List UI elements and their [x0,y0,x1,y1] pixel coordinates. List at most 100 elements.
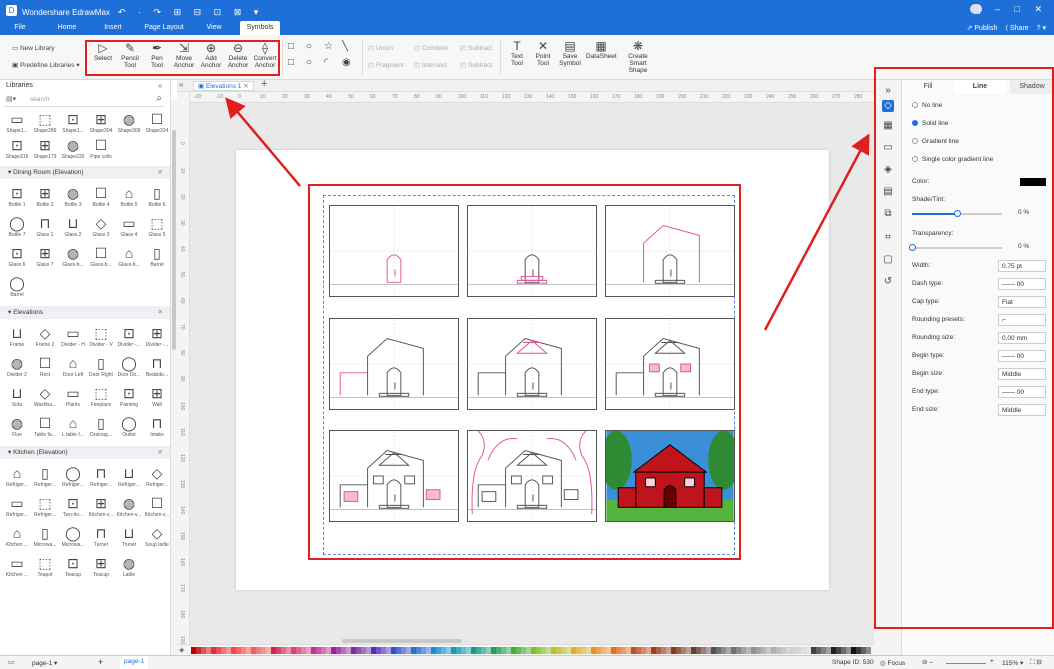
collapse-left-icon[interactable]: « [179,80,183,89]
text-tool-button[interactable]: T Text Tool [506,39,528,67]
library-shape[interactable]: ⬚ Refriger... [31,494,59,518]
library-shape[interactable]: ◇ Frame 2 [31,324,59,348]
union-button[interactable]: ◰ Union [368,44,393,52]
library-shape[interactable]: ⬚ Divider - V [87,324,115,348]
library-shape[interactable]: ⬚ Fireplace [87,384,115,408]
library-shape[interactable]: ◍ Shape220 [59,136,87,160]
library-shape[interactable]: ⌂ Door Left [59,354,87,378]
zoom-in-button[interactable]: + [990,658,994,665]
save-symbol-button[interactable]: ▤ Save Symbol [558,39,582,67]
library-shape[interactable]: ⌂ Bottle 5 [115,184,143,208]
library-shape[interactable]: ⊡ Teacup [59,554,87,578]
library-shape[interactable]: ▯ Door Right [87,354,115,378]
tab-close-icon[interactable]: ✕ [243,83,248,90]
library-shape[interactable]: ◍ Bottle 3 [59,184,87,208]
library-shape[interactable]: ◍ Glass-b... [59,244,87,268]
library-shape[interactable]: ⊞ Shape173 [31,136,59,160]
library-shape[interactable]: ⊡ Two-do... [59,494,87,518]
library-shape[interactable]: ☐ Kitchen-v... [143,494,170,518]
library-shape[interactable]: ◍ Ladle [115,554,143,578]
combine-button[interactable]: ◰ Combine [414,44,448,52]
library-shape[interactable]: ⊡ Shape1... [59,110,87,134]
library-shape[interactable]: ☐ Shape324 [143,110,170,134]
library-shape[interactable]: ⊞ Teacup [87,554,115,578]
library-shape[interactable]: ⊞ Divider -... [143,324,170,348]
window-controls[interactable]: | – □ ✕ [978,4,1048,15]
library-shape[interactable]: ⊡ Shape316 [3,136,31,160]
library-shape[interactable]: ▭ Shape1... [3,110,31,134]
library-shape[interactable]: ⬚ Shape286 [31,110,59,134]
library-shape[interactable]: ⊞ Kitchen-v... [87,494,115,518]
zoom-slider[interactable] [946,663,986,664]
library-shape[interactable]: ▭ Plants [59,384,87,408]
library-shape[interactable]: ◇ Washba... [31,384,59,408]
library-search[interactable]: ▤▾ search ⌕ [4,93,164,107]
shape-tool-1-icon[interactable]: ○ [306,41,312,52]
close-section-icon[interactable]: ✕ [158,446,163,459]
point-tool-button[interactable]: ✕ Point Tool [532,39,554,67]
menu-tab-insert[interactable]: Insert [98,21,128,35]
shape-tool-3-icon[interactable]: ╲ [342,41,348,52]
library-shape[interactable]: ☐ Rect [31,354,59,378]
quick-access-toolbar[interactable]: ↶ · ↷ ⊞ ⊟ ⊡ ⊠ ▾ [118,7,263,18]
library-shape[interactable]: ☐ Pipe coils [87,136,115,160]
library-shape[interactable]: ▯ Drainag... [87,414,115,438]
shape-tool-r2-3-icon[interactable]: ◉ [342,57,351,68]
library-shape[interactable]: ◍ Divider 2 [3,354,31,378]
shape-tool-0-icon[interactable]: □ [288,41,294,52]
library-shape[interactable]: ⊓ Bedside... [143,354,170,378]
page-tab-1[interactable]: page-1 [120,656,149,669]
library-manage-icon[interactable]: ▤▾ [6,95,16,103]
library-shape[interactable]: ☐ Glass-b... [87,244,115,268]
fullscreen-icon[interactable]: ⛶ ⊟ [1030,658,1042,667]
page-select[interactable]: page-1 ▾ [32,659,57,667]
library-shape[interactable]: ◍ Flue [3,414,31,438]
share-button[interactable]: ⟨ Share [1005,25,1028,32]
close-section-icon[interactable]: ✕ [158,166,163,179]
predefine-libraries-button[interactable]: ▣ Predefine Libraries ▾ [12,61,80,69]
library-shape[interactable]: ⊔ Refriger... [115,464,143,488]
library-shape[interactable]: ▭ Glass 4 [115,214,143,238]
library-shape[interactable]: ⊔ Glass 2 [59,214,87,238]
library-shape[interactable]: ◯ Barrel [3,274,31,298]
subtract-button[interactable]: ◰ Subtract [460,44,492,52]
library-shape[interactable]: ⌂ Kitchen ... [3,524,31,548]
library-section-header[interactable]: ▾ Dining Room (Elevation) ✕ [0,166,170,179]
library-shape[interactable]: ◯ Outlet [115,414,143,438]
zoom-out-button[interactable]: ⊖ – [922,658,933,666]
library-shape[interactable]: ◯ Door Do... [115,354,143,378]
menu-tab-page-layout[interactable]: Page Layout [140,21,188,35]
library-shape[interactable]: ⊡ Painting [115,384,143,408]
library-section-header[interactable]: ▾ Elevations ✕ [0,306,170,319]
color-swatch[interactable] [866,647,871,654]
library-shape[interactable]: ⊔ Frame [3,324,31,348]
library-shape[interactable]: ⊞ Bottle 2 [31,184,59,208]
library-shape[interactable]: ⊓ Glass 1 [31,214,59,238]
create-smart-shape-button[interactable]: ❋ Create Smart Shape [620,39,656,74]
publish-button[interactable]: ⇗ Publish [967,25,998,32]
library-shape[interactable]: ◍ Shape309 [115,110,143,134]
library-shape[interactable]: ⊔ Sofa [3,384,31,408]
library-shape[interactable]: ▯ Microwa... [31,524,59,548]
new-library-button[interactable]: ▭ New Library [12,44,55,52]
library-shape[interactable]: ⊡ Glass 6 [3,244,31,268]
library-shape[interactable]: ▯ Barrel [143,244,170,268]
shape-tool-r2-2-icon[interactable]: ◜ [324,57,328,68]
library-shape[interactable]: ⊓ Intake [143,414,170,438]
tab-elevations-1[interactable]: ▣ Elevations 1 ✕ [193,81,254,91]
library-shape[interactable]: ⬚ Glass 5 [143,214,170,238]
add-tab-button[interactable]: + [261,78,267,90]
library-shape[interactable]: ▯ Bottle 6 [143,184,170,208]
help-icon[interactable]: ? ▾ [1037,25,1046,32]
library-shape[interactable]: ⊞ Wall [143,384,170,408]
library-shape[interactable]: ⌂ Refriger... [3,464,31,488]
library-shape[interactable]: ⊔ Truner [115,524,143,548]
library-shape[interactable]: ▭ Divider - H [59,324,87,348]
search-input[interactable]: search [30,96,50,103]
library-shape[interactable]: ⊞ Shape304 [87,110,115,134]
library-shape[interactable]: ◯ Refriger... [59,464,87,488]
shape-tool-r2-0-icon[interactable]: □ [288,57,294,68]
library-section-header[interactable]: ▾ Kitchen (Elevation) ✕ [0,446,170,459]
close-section-icon[interactable]: ✕ [158,306,163,319]
library-shape[interactable]: ◇ Refriger... [143,464,170,488]
